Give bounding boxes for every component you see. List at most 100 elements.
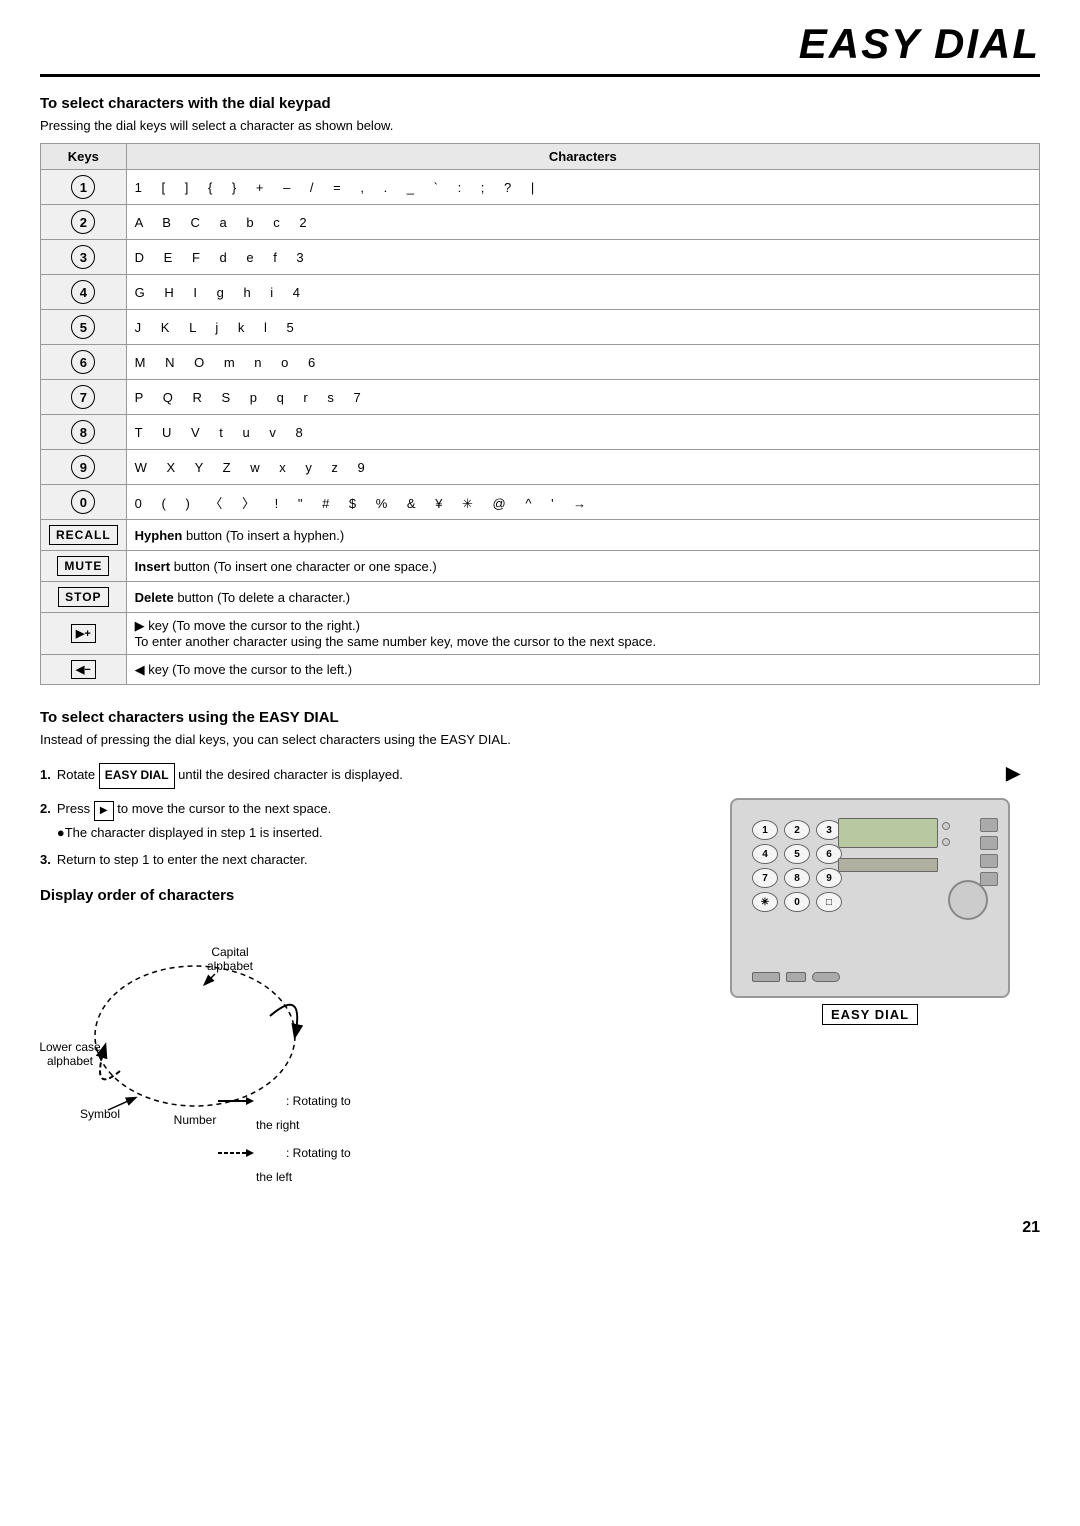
chars-cell: G H I g h i 4 [126, 275, 1039, 310]
key-box-RECALL: RECALL [49, 525, 118, 545]
device-key[interactable]: 5 [784, 844, 810, 864]
lower-label: Lower case [40, 1040, 101, 1054]
key-cell: ◀− [41, 655, 127, 685]
step2-bullet: ●The character displayed in step 1 is in… [57, 825, 323, 840]
chars-cell: P Q R S p q r s 7 [126, 380, 1039, 415]
step1-num: 1. [40, 763, 51, 789]
diagram-svg: Capital alphabet Lower case alphabet Num… [40, 926, 360, 1146]
table-row: 3D E F d e f 3 [41, 240, 1040, 275]
table-row: ◀− ◀ key (To move the cursor to the left.… [41, 655, 1040, 685]
legend-dashed-text2: the left [256, 1165, 670, 1189]
indicator2 [942, 838, 950, 846]
device-key[interactable]: □ [816, 892, 842, 912]
key-cell: 4 [41, 275, 127, 310]
step3: 3. Return to step 1 to enter the next ch… [40, 848, 670, 871]
bottom-right: ▶ 123456789✳0□ [700, 763, 1040, 1025]
chars-cell: A B C a b c 2 [126, 205, 1039, 240]
device-indicators [942, 822, 950, 846]
easy-dial-device-label: EASY DIAL [822, 1004, 918, 1025]
device-bottom-buttons [752, 972, 840, 982]
key-circle-7: 7 [71, 385, 95, 409]
device-key[interactable]: 0 [784, 892, 810, 912]
easy-dial-inline-box: EASY DIAL [99, 763, 175, 789]
steps-container: 1. Rotate EASY DIAL until the desired ch… [40, 763, 670, 871]
bottom-left: 1. Rotate EASY DIAL until the desired ch… [40, 763, 670, 1189]
key-icon: ▶+ [71, 624, 96, 643]
key-cell: 5 [41, 310, 127, 345]
chars-cell: ◀ key (To move the cursor to the left.) [126, 655, 1039, 685]
device-display2 [838, 858, 938, 872]
device-btn2[interactable] [980, 836, 998, 850]
device-key[interactable]: 1 [752, 820, 778, 840]
key-cell: 0 [41, 485, 127, 520]
key-circle-1: 1 [71, 175, 95, 199]
bottom-btn2[interactable] [786, 972, 806, 982]
device-btn1[interactable] [980, 818, 998, 832]
easy-dial-knob[interactable] [948, 880, 988, 920]
bottom-btn1[interactable] [752, 972, 780, 982]
chars-cell: J K L j k l 5 [126, 310, 1039, 345]
key-circle-4: 4 [71, 280, 95, 304]
key-circle-0: 0 [71, 490, 95, 514]
table-row: 2 A B C a b c 2 [41, 205, 1040, 240]
device-key[interactable]: 2 [784, 820, 810, 840]
chars-cell: 0 ( ) 〈 〉 ! " # $ % & ¥ ✳ @ ^ ' → [126, 485, 1039, 520]
device-key[interactable]: 7 [752, 868, 778, 888]
section3: Display order of characters Capital alph… [40, 887, 670, 1189]
key-cell: 8 [41, 415, 127, 450]
table-row: 0 0 ( ) 〈 〉 ! " # $ % & ¥ ✳ @ ^ ' → [41, 485, 1040, 520]
device-key[interactable]: 8 [784, 868, 810, 888]
key-cell: 6 [41, 345, 127, 380]
chars-cell: ▶ key (To move the cursor to the right.)… [126, 613, 1039, 655]
key-box-STOP: STOP [58, 587, 108, 607]
page-number: 21 [40, 1219, 1040, 1237]
legend-dashed: : Rotating to [220, 1141, 670, 1165]
table-row: 6 M N O m n o 6 [41, 345, 1040, 380]
section2: To select characters using the EASY DIAL… [40, 709, 1040, 1189]
key-cell: MUTE [41, 551, 127, 582]
key-circle-9: 9 [71, 455, 95, 479]
key-cell: 1 [41, 170, 127, 205]
key-circle-2: 2 [71, 210, 95, 234]
device-btn3[interactable] [980, 854, 998, 868]
arrow-right-top: ▶ [1006, 763, 1020, 784]
chars-cell: Delete button (To delete a character.) [126, 582, 1039, 613]
key-cell: RECALL [41, 520, 127, 551]
arrow-right-btn: ▶ [94, 801, 114, 821]
device-btn4[interactable] [980, 872, 998, 886]
chars-cell: T U V t u v 8 [126, 415, 1039, 450]
key-cell: 9 [41, 450, 127, 485]
chars-cell: W X Y Z w x y z 9 [126, 450, 1039, 485]
device-key[interactable]: 4 [752, 844, 778, 864]
section2-heading: To select characters using the EASY DIAL [40, 709, 1040, 726]
device-display-screen [838, 818, 938, 848]
legend-solid-text: : Rotating to [286, 1089, 351, 1113]
key-circle-6: 6 [71, 350, 95, 374]
device-key[interactable]: ✳ [752, 892, 778, 912]
col-keys: Keys [41, 144, 127, 170]
key-box-MUTE: MUTE [57, 556, 109, 576]
step2-text: Press ▶ to move the cursor to the next s… [57, 797, 331, 844]
key-icon: ◀− [71, 660, 96, 679]
page-header: EASY DIAL [40, 20, 1040, 77]
step1: 1. Rotate EASY DIAL until the desired ch… [40, 763, 670, 789]
section1-heading: To select characters with the dial keypa… [40, 95, 1040, 112]
lower-label2: alphabet [47, 1054, 94, 1068]
step2: 2. Press ▶ to move the cursor to the nex… [40, 797, 670, 844]
key-cell: ▶+ [41, 613, 127, 655]
key-circle-5: 5 [71, 315, 95, 339]
table-row: 7 P Q R S p q r s 7 [41, 380, 1040, 415]
character-table: Keys Characters 11 [ ] { } + – / = , . _… [40, 143, 1040, 685]
bottom-section: 1. Rotate EASY DIAL until the desired ch… [40, 763, 1040, 1189]
indicator1 [942, 822, 950, 830]
step3-text: Return to step 1 to enter the next chara… [57, 848, 308, 871]
table-row: 5 J K L j k l 5 [41, 310, 1040, 345]
chars-cell: M N O m n o 6 [126, 345, 1039, 380]
number-label: Number [174, 1113, 217, 1127]
legend-solid: : Rotating to [220, 1089, 670, 1113]
chars-cell: D E F d e f 3 [126, 240, 1039, 275]
section1-subtext: Pressing the dial keys will select a cha… [40, 118, 1040, 133]
capital-label: Capital [211, 945, 248, 959]
device-image: 123456789✳0□ [730, 798, 1010, 998]
bottom-btn3[interactable] [812, 972, 840, 982]
